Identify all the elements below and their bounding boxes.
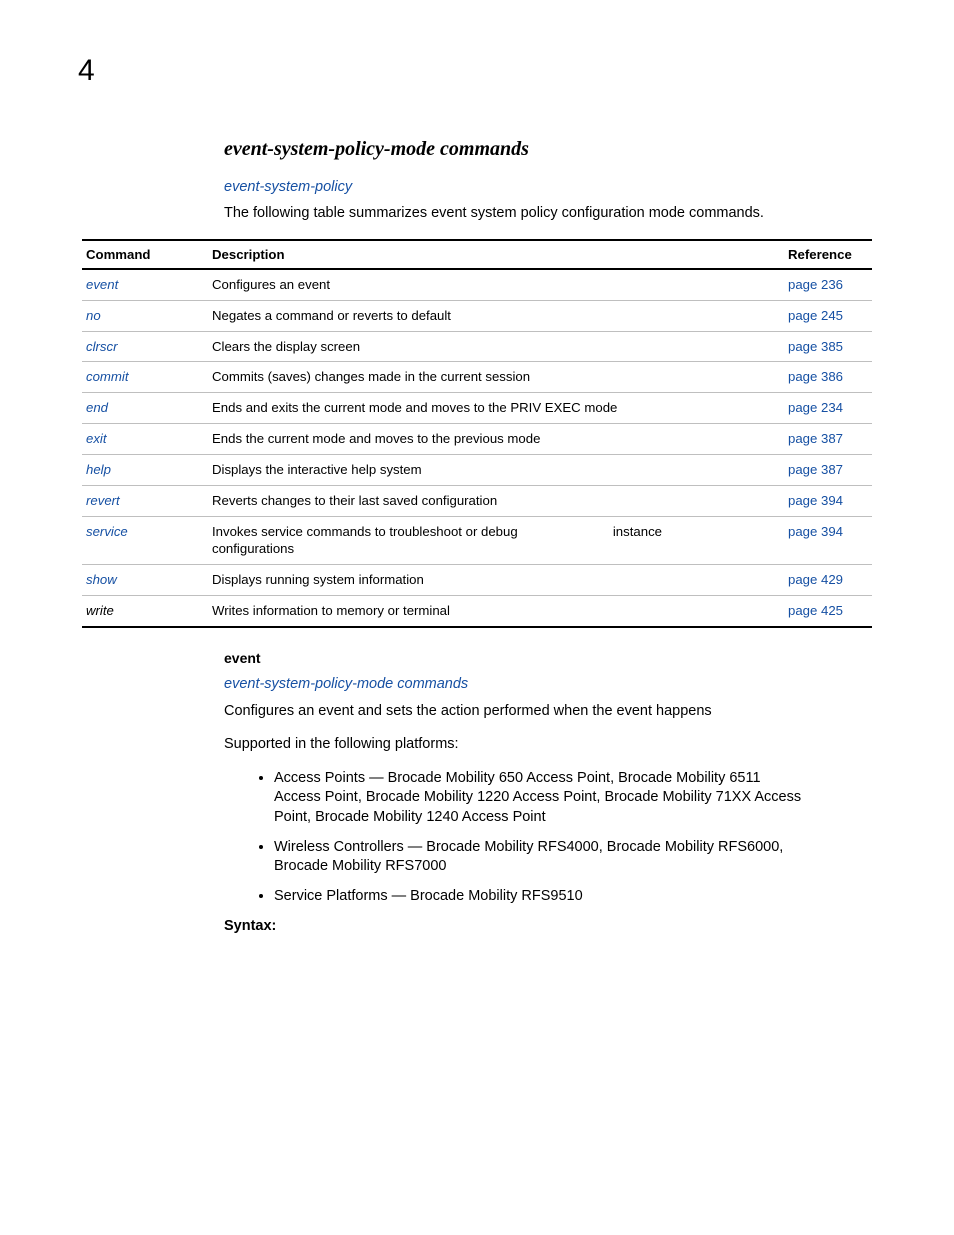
command-link[interactable]: commit	[86, 369, 129, 384]
table-row: service Invokes service commands to troub…	[82, 516, 872, 565]
section-title: event-system-policy-mode commands	[224, 138, 872, 161]
table-row: revert Reverts changes to their last save…	[82, 485, 872, 516]
page: 4 event-system-policy-mode commands even…	[0, 0, 954, 1235]
command-description-cell: Reverts changes to their last saved conf…	[208, 485, 784, 516]
table-row: show Displays running system information p…	[82, 565, 872, 596]
command-heading: event	[224, 650, 872, 666]
table-header-description: Description	[208, 240, 784, 269]
intro-text: The following table summarizes event sys…	[224, 205, 872, 221]
list-item: Access Points — Brocade Mobility 650 Acc…	[274, 769, 802, 828]
page-reference-link[interactable]: page 394	[788, 493, 843, 508]
page-reference-link[interactable]: page 234	[788, 400, 843, 415]
table-row: help Displays the interactive help system…	[82, 454, 872, 485]
page-reference-link[interactable]: page 394	[788, 524, 843, 539]
command-description-cell: Displays running system information	[208, 565, 784, 596]
command-description-cell: Invokes service commands to troubleshoot…	[208, 516, 784, 565]
section-xref-link[interactable]: event-system-policy	[224, 179, 872, 195]
command-link[interactable]: revert	[86, 493, 120, 508]
command-link[interactable]: show	[86, 572, 117, 587]
command-description-cell: Negates a command or reverts to default	[208, 300, 784, 331]
table-row: event Configures an event page 236	[82, 269, 872, 300]
table-header-command: Command	[82, 240, 208, 269]
command-description-cell: Clears the display screen	[208, 331, 784, 362]
list-item: Wireless Controllers — Brocade Mobility …	[274, 838, 802, 877]
page-reference-link[interactable]: page 236	[788, 277, 843, 292]
commands-table: Command Description Reference event Confi…	[82, 239, 872, 628]
list-item: Service Platforms — Brocade Mobility RFS…	[274, 887, 802, 907]
table-row: write Writes information to memory or ter…	[82, 595, 872, 626]
syntax-label: Syntax:	[224, 918, 872, 934]
command-description: Configures an event and sets the action …	[224, 702, 872, 722]
command-xref-link[interactable]: event-system-policy-mode commands	[224, 676, 872, 692]
command-description-cell: Ends the current mode and moves to the p…	[208, 424, 784, 455]
page-reference-link[interactable]: page 387	[788, 431, 843, 446]
command-description-cell: Configures an event	[208, 269, 784, 300]
command-link[interactable]: service	[86, 524, 128, 539]
command-link[interactable]: end	[86, 400, 108, 415]
table-row: clrscr Clears the display screen page 385	[82, 331, 872, 362]
table-row: exit Ends the current mode and moves to t…	[82, 424, 872, 455]
command-link[interactable]: clrscr	[86, 339, 118, 354]
content-area: event-system-policy-mode commands event-…	[82, 138, 872, 934]
command-link[interactable]: no	[86, 308, 101, 323]
table-row: no Negates a command or reverts to defaul…	[82, 300, 872, 331]
table-header-reference: Reference	[784, 240, 872, 269]
command-description-cell: Writes information to memory or terminal	[208, 595, 784, 626]
page-reference-link[interactable]: page 386	[788, 369, 843, 384]
command-link[interactable]: event	[86, 277, 118, 292]
command-link[interactable]: help	[86, 462, 111, 477]
platforms-list: Access Points — Brocade Mobility 650 Acc…	[254, 769, 872, 906]
command-description-cell: Ends and exits the current mode and move…	[208, 393, 784, 424]
command-link[interactable]: exit	[86, 431, 107, 446]
command-description-cell: Displays the interactive help system	[208, 454, 784, 485]
platforms-intro: Supported in the following platforms:	[224, 735, 872, 755]
page-reference-link[interactable]: page 245	[788, 308, 843, 323]
table-row: commit Commits (saves) changes made in th…	[82, 362, 872, 393]
page-reference-link[interactable]: page 429	[788, 572, 843, 587]
table-row: end Ends and exits the current mode and m…	[82, 393, 872, 424]
page-reference-link[interactable]: page 385	[788, 339, 843, 354]
page-reference-link[interactable]: page 387	[788, 462, 843, 477]
chapter-number: 4	[78, 54, 95, 88]
command-description-cell: Commits (saves) changes made in the curr…	[208, 362, 784, 393]
command-link: write	[86, 603, 114, 618]
page-reference-link[interactable]: page 425	[788, 603, 843, 618]
